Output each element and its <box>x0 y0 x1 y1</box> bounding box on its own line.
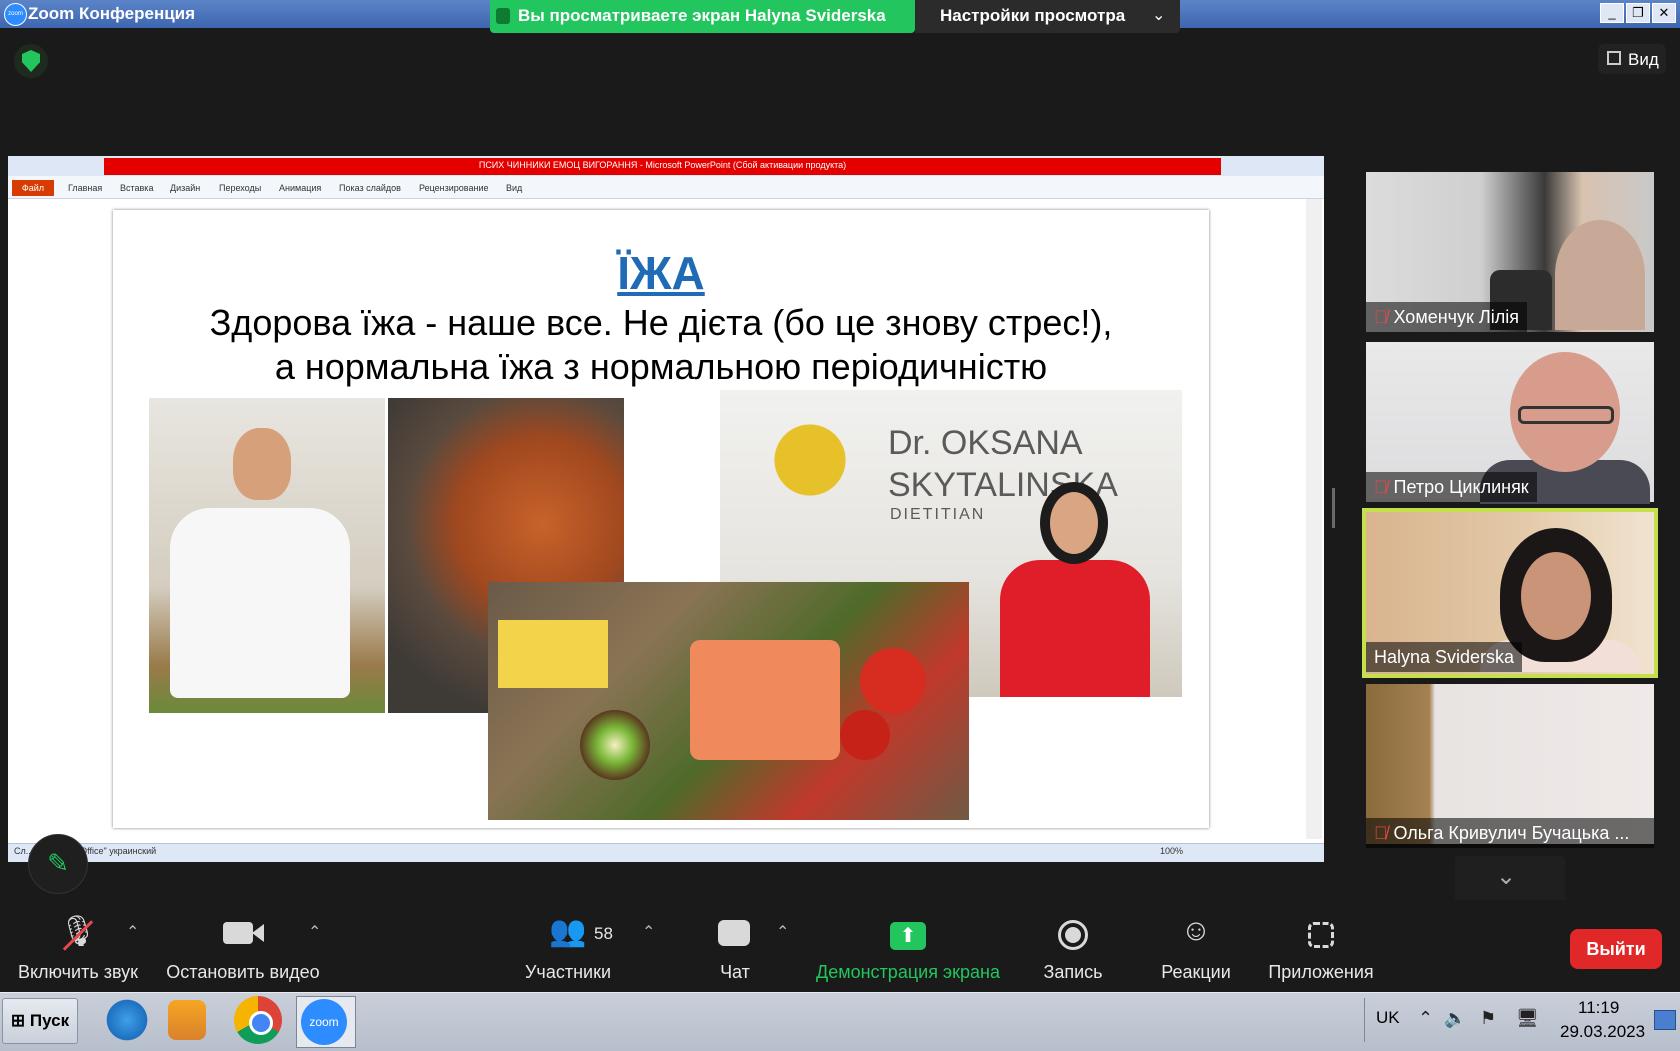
ppt-tab-transitions[interactable]: Переходы <box>219 183 261 193</box>
participant-name: Петро Циклиняк <box>1393 477 1529 497</box>
dietitian-sign-line-1: Dr. OKSANA <box>888 424 1083 462</box>
unmute-button-label[interactable]: Включить звук <box>10 962 146 983</box>
volume-icon[interactable]: 🔈 <box>1444 1008 1466 1029</box>
ppt-window-title: ПСИХ ЧИННИКИ ЕМОЦ ВИГОРАННЯ - Microsoft … <box>478 160 847 170</box>
participant-name-label: 🎙̸ Ольга Кривулич Бучацька ... <box>1366 818 1654 848</box>
chat-options-caret[interactable]: ⌃ <box>776 922 789 942</box>
dietitian-dress <box>1000 560 1150 697</box>
dietitian-logo-icon <box>760 400 860 520</box>
view-options-label: Настройки просмотра <box>940 6 1126 25</box>
salmon <box>690 640 840 760</box>
record-button-label[interactable]: Запись <box>1030 962 1116 983</box>
apps-icon[interactable] <box>1308 922 1334 948</box>
participant-head <box>1521 552 1591 640</box>
language-indicator[interactable]: UK <box>1376 1008 1400 1028</box>
ppt-zoom-level: 100% <box>1160 846 1184 856</box>
participants-icon[interactable]: 👥 <box>548 914 588 949</box>
ppt-ribbon <box>8 176 1324 199</box>
slide-heading: ЇЖА <box>617 247 705 299</box>
ppt-vertical-scrollbar[interactable] <box>1306 199 1322 839</box>
tomato <box>860 648 926 714</box>
zoom-logo-icon: zoom <box>4 3 27 26</box>
chat-button-label[interactable]: Чат <box>700 962 770 983</box>
ppt-file-tab[interactable]: Файл <box>12 180 54 196</box>
ppt-tab-slideshow[interactable]: Показ слайдов <box>339 183 401 193</box>
start-label: Пуск <box>29 1011 70 1030</box>
slide-text-line-2: а нормальна їжа з нормальною періодичніс… <box>274 346 1048 387</box>
minimize-button[interactable]: _ <box>1600 3 1624 23</box>
ppt-status-bar <box>8 843 1324 862</box>
view-button-label: Вид <box>1628 50 1659 69</box>
start-button[interactable]: ⊞ Пуск <box>2 998 78 1044</box>
window-title: Zoom Конференция <box>28 4 196 23</box>
screen-share-icon <box>496 8 510 24</box>
dietitian-sign-line-3: DIETITIAN <box>890 506 986 523</box>
share-screen-button-label[interactable]: Демонстрация экрана <box>806 962 1010 983</box>
windows-logo-icon: ⊞ <box>10 1011 26 1030</box>
stop-video-button-label[interactable]: Остановить видео <box>160 962 326 983</box>
glasses <box>1518 406 1614 424</box>
action-center-icon[interactable]: ⚑ <box>1480 1008 1496 1029</box>
participant-figure <box>1555 220 1645 330</box>
dietitian-head <box>1050 492 1098 554</box>
network-icon[interactable]: 🖥 <box>1516 1008 1539 1029</box>
participants-count: 58 <box>594 924 613 943</box>
cheese <box>498 620 608 688</box>
maximize-button[interactable]: ❐ <box>1626 3 1650 23</box>
chevron-down-icon: ⌄ <box>1496 863 1517 890</box>
chevron-down-icon[interactable]: ⌄ <box>1152 5 1165 25</box>
slide-text-line-1: Здорова їжа - наше все. Не дієта (бо це … <box>209 302 1113 343</box>
share-banner-text: Вы просматриваете экран Halyna Sviderska <box>518 6 886 25</box>
mic-muted-icon: 🎙̸ <box>1374 307 1388 327</box>
participant-name: Хоменчук Лілія <box>1393 307 1519 327</box>
clock-time[interactable]: 11:19 <box>1578 998 1619 1018</box>
participant-name-label: 🎙̸ Хоменчук Лілія <box>1366 302 1527 332</box>
participant-name-label: 🎙̸ Петро Циклиняк <box>1366 472 1537 502</box>
ppt-tab-home[interactable]: Главная <box>68 183 102 193</box>
record-dot <box>1065 927 1081 943</box>
chef-coat <box>170 508 350 698</box>
tomato <box>840 710 890 760</box>
grid-icon <box>1607 51 1621 65</box>
mic-muted-icon: 🎙̸ <box>1374 823 1388 843</box>
media-player-icon[interactable] <box>168 1000 206 1040</box>
participant-name-label: Halyna Sviderska <box>1366 642 1523 672</box>
reactions-button-label[interactable]: Реакции <box>1150 962 1242 983</box>
participant-name: Ольга Кривулич Бучацька ... <box>1393 823 1630 843</box>
ppt-tab-review[interactable]: Рецензирование <box>419 183 489 193</box>
participant-name: Halyna Sviderska <box>1374 647 1515 667</box>
close-button[interactable]: ✕ <box>1652 3 1676 23</box>
chef-face <box>233 428 291 500</box>
camera-lens <box>252 924 264 942</box>
audio-options-caret[interactable]: ⌃ <box>126 922 139 942</box>
video-camera-icon[interactable] <box>223 922 253 944</box>
participants-options-caret[interactable]: ⌃ <box>642 922 655 942</box>
apps-button-label[interactable]: Приложения <box>1262 962 1380 983</box>
zoom-icon: zoom <box>301 999 347 1045</box>
ppt-tab-view[interactable]: Вид <box>506 183 522 193</box>
share-screen-icon[interactable]: ⬆ <box>890 922 926 950</box>
reactions-icon[interactable]: ☺ <box>1176 914 1216 948</box>
chat-icon[interactable] <box>718 920 750 946</box>
tray-separator <box>1364 998 1365 1042</box>
kiwi <box>580 710 650 780</box>
ppt-tab-insert[interactable]: Вставка <box>120 183 153 193</box>
panel-splitter[interactable] <box>1332 488 1335 528</box>
mic-muted-icon: 🎙̸ <box>1374 477 1388 497</box>
annotate-pencil-button[interactable]: ✎ <box>28 834 88 894</box>
internet-explorer-icon[interactable] <box>104 996 150 1044</box>
ppt-tab-design[interactable]: Дизайн <box>170 183 200 193</box>
participants-button-label[interactable]: Участники <box>510 962 626 983</box>
tray-expand-icon[interactable]: ⌃ <box>1418 1008 1433 1029</box>
leave-button[interactable]: Выйти <box>1570 929 1662 969</box>
chrome-center <box>249 1011 273 1035</box>
clock-date[interactable]: 29.03.2023 <box>1560 1022 1645 1042</box>
ppt-tab-animation[interactable]: Анимация <box>279 183 321 193</box>
show-desktop-button[interactable] <box>1654 1010 1676 1030</box>
video-options-caret[interactable]: ⌃ <box>308 922 321 942</box>
